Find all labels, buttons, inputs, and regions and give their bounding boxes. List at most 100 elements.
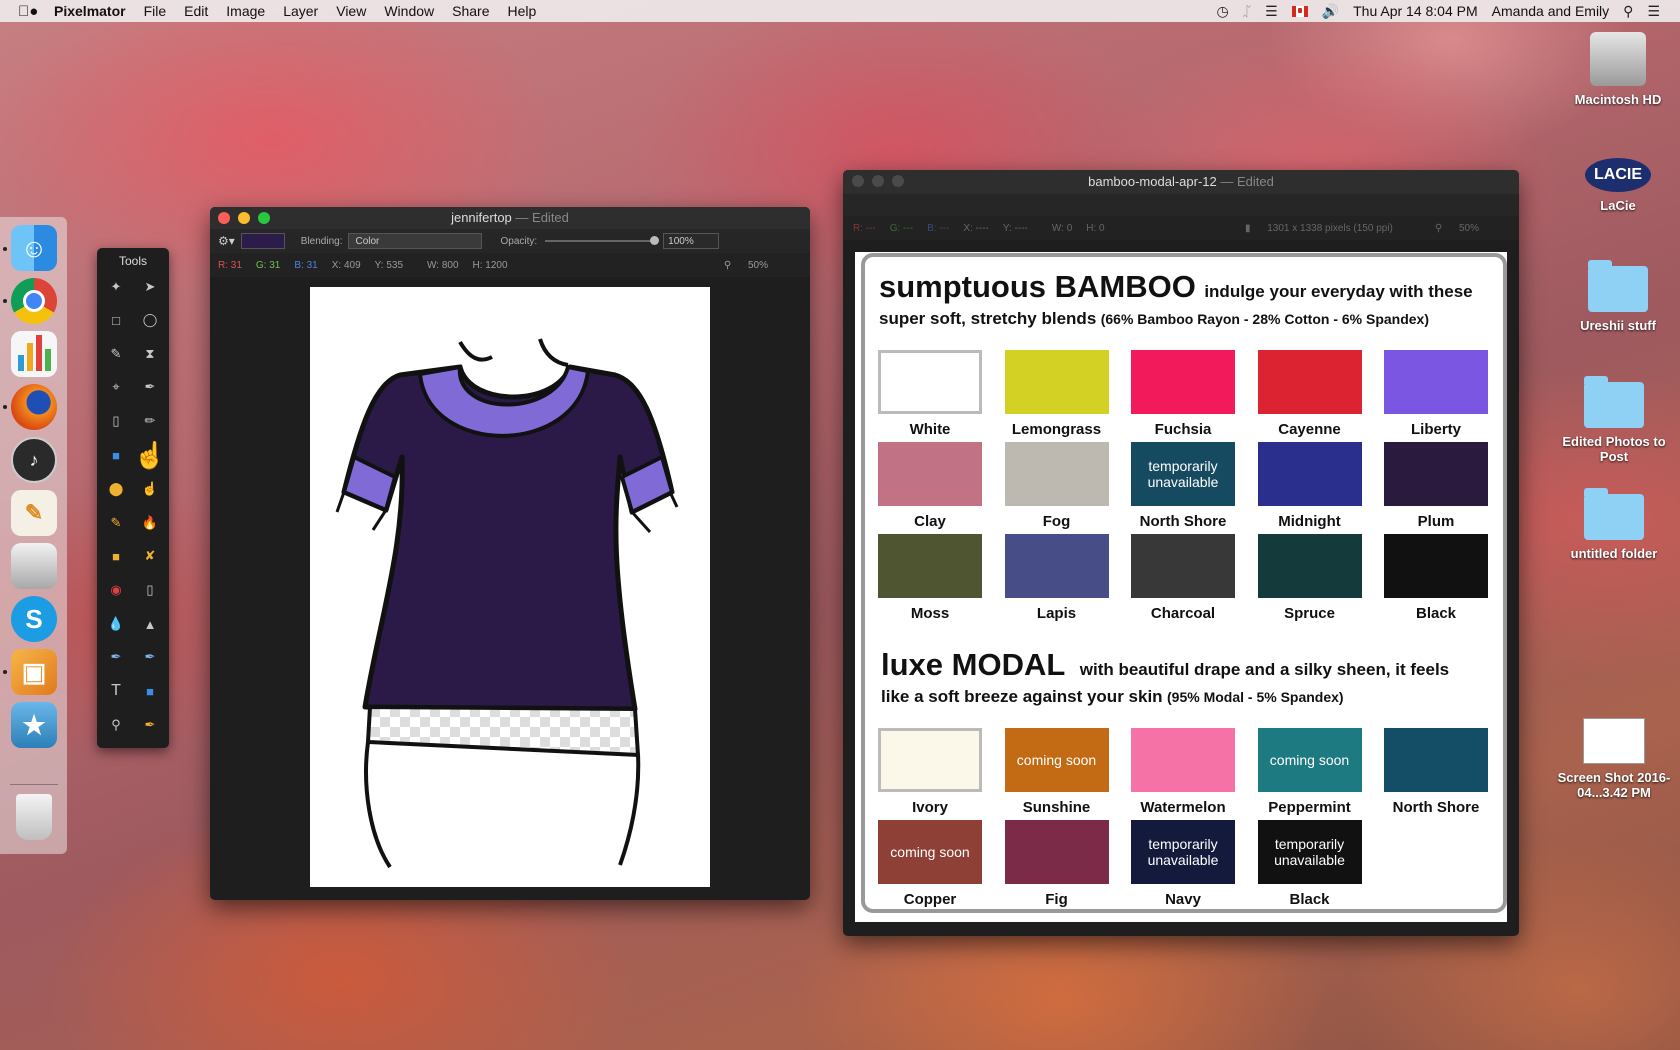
zoom-button[interactable] [892,175,904,187]
zoom-value: 50% [747,259,768,271]
close-button[interactable] [218,212,230,224]
gear-icon[interactable]: ⚙▾ [218,234,235,248]
magic-wand-icon[interactable]: ✦ [105,276,127,298]
desktop-icon-macintosh-hd[interactable]: Macintosh HD [1553,32,1680,107]
color-picker-icon[interactable]: ✒ [139,714,161,736]
sharpen-cone-icon[interactable]: ▲ [139,613,161,635]
spotlight-search-icon[interactable]: ⚲ [1623,3,1633,20]
gradient-icon[interactable]: ⬤ [105,478,127,500]
quick-selection-icon[interactable]: ✎ [105,343,127,365]
dashboard-gauge-icon[interactable]: ♪ [11,437,57,483]
wifi-icon[interactable]: ☰ [1265,3,1278,20]
numbers-chart-icon[interactable] [11,331,57,377]
type-tool-icon[interactable]: T [105,680,127,702]
blur-drop-icon[interactable]: 💧 [105,613,127,635]
pencil-icon[interactable]: ✏ [139,410,161,432]
menu-edit[interactable]: Edit [184,3,208,19]
skype-icon[interactable]: S [11,596,57,642]
blending-select[interactable]: Color [348,233,483,249]
opacity-slider[interactable] [545,236,660,245]
apple-menu-icon[interactable]: ● [18,3,40,20]
dock-running-indicator [3,405,7,409]
sponge-icon[interactable]: ▯ [139,579,161,601]
app-menu[interactable]: Pixelmator [54,3,126,19]
info-x: X: ---- [963,222,989,234]
menu-view[interactable]: View [336,3,366,19]
menu-share[interactable]: Share [452,3,489,19]
input-source-flag-icon[interactable] [1291,5,1308,17]
rect-marquee-icon[interactable]: □ [105,309,127,331]
burn-flame-icon[interactable]: 🔥 [139,512,161,534]
modal-subline: like a soft breeze against your skin (95… [881,687,1344,707]
menu-image[interactable]: Image [226,3,265,19]
pen-icon[interactable]: ✒ [105,646,127,668]
menu-clock[interactable]: Thu Apr 14 8:04 PM [1353,3,1478,19]
modal-tagline: with beautiful drape and a silky sheen, … [1079,660,1450,679]
fabric-name: Peppermint [1268,799,1351,816]
desktop-icon-screen-shot[interactable]: Screen Shot 2016-04...3.42 PM [1549,718,1679,800]
pixelmator-icon[interactable]: ▣ [11,649,57,695]
window-titlebar[interactable]: jennifertop — Edited [210,207,810,229]
eyedropper-icon[interactable]: ✒ [139,376,161,398]
menu-help[interactable]: Help [507,3,536,19]
desktop-icon-untitled-folder[interactable]: untitled folder [1549,488,1679,561]
desktop-icon-lacie[interactable]: LACIE LaCie [1553,158,1680,213]
zoom-level[interactable]: ⚲ 50% [1435,223,1493,234]
crop-icon[interactable]: ⌖ [105,376,127,398]
color-well[interactable] [240,233,285,249]
pages-document-icon[interactable]: ✎ [11,490,57,536]
minimize-button[interactable] [872,175,884,187]
time-machine-icon[interactable]: ◷ [1217,3,1229,20]
clone-icon[interactable]: ☝ [139,478,161,500]
notification-center-icon[interactable]: ☰ [1647,3,1660,20]
zoom-level[interactable]: ⚲ 50% [724,260,782,271]
fabric-swatch-navy: temporarily unavailable Navy [1131,820,1235,908]
volume-icon[interactable]: 🔊 [1322,3,1339,20]
bamboo-subline: super soft, stretchy blends (66% Bamboo … [879,309,1429,329]
bandage-icon[interactable]: ✘ [139,545,161,567]
fabric-color-chip [1131,534,1235,598]
lasso-icon[interactable]: ⧗ [139,343,161,365]
zoom-button[interactable] [258,212,270,224]
chrome-icon[interactable] [11,278,57,324]
document-size-value: 1301 x 1338 pixels (150 ppi) [1267,222,1393,234]
availability-note: coming soon [890,844,970,860]
fabric-color-chip [1384,442,1488,506]
finder-icon[interactable]: ☺ [11,225,57,271]
fabric-name: Plum [1417,513,1455,530]
freeform-pen-icon[interactable]: ✒ [139,646,161,668]
disk-utility-icon[interactable] [11,543,57,589]
menu-layer[interactable]: Layer [283,3,318,19]
fabric-name: Navy [1165,891,1201,908]
red-eye-icon[interactable]: ◉ [105,579,127,601]
close-button[interactable] [852,175,864,187]
eraser-icon[interactable]: ▯ [105,410,127,432]
window-jennifertop: jennifertop — Edited ⚙▾ Blending: Color … [210,207,810,900]
menu-window[interactable]: Window [384,3,434,19]
desktop-icon-ureshii-stuff[interactable]: Ureshii stuff [1553,260,1680,333]
opacity-field[interactable]: 100% [663,233,720,249]
iphoto-icon[interactable]: ★ [11,702,57,748]
fabric-color-chip [878,350,982,414]
shape-tool-icon[interactable]: ■ [139,680,161,702]
stamp-icon[interactable]: ■ [105,545,127,567]
bluetooth-icon[interactable]: ᛢ [1243,3,1251,19]
firefox-icon[interactable] [11,384,57,430]
trash-icon[interactable] [16,794,52,840]
window-title: jennifertop [451,210,512,225]
minimize-button[interactable] [238,212,250,224]
fabric-swatch-lapis: Lapis [1004,534,1109,622]
ellipse-marquee-icon[interactable]: ◯ [139,309,161,331]
user-menu[interactable]: Amanda and Emily [1492,3,1610,19]
info-g: G: 31 [255,259,281,271]
desktop-icon-edited-photos[interactable]: Edited Photos to Post [1549,376,1679,464]
paint-bucket-icon[interactable]: ☝ [133,438,167,472]
brush-icon[interactable]: ✎ [105,512,127,534]
zoom-magnifier-icon[interactable]: ⚲ [105,714,127,736]
menu-file[interactable]: File [144,3,167,19]
fabric-name: Midnight [1278,513,1341,530]
move-arrow-icon[interactable]: ➤ [139,276,161,298]
shape-rect-icon[interactable]: ■ [105,444,127,466]
canvas[interactable] [310,287,710,887]
window-titlebar[interactable]: bamboo-modal-apr-12 — Edited [843,170,1519,194]
